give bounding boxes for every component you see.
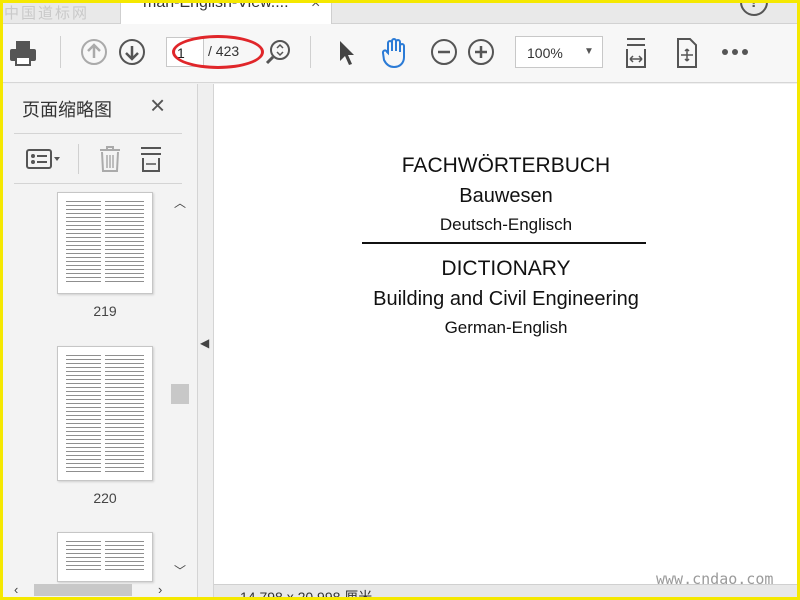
zoom-page-icon[interactable]	[264, 38, 292, 66]
thumbnail-label: 220	[93, 490, 117, 506]
thumbnail-label: 219	[93, 303, 117, 319]
extract-pages-icon[interactable]	[138, 144, 164, 174]
chevron-down-icon[interactable]: ﹀	[174, 562, 186, 579]
doc-title-de: FACHWÖRTERBUCH	[401, 154, 611, 177]
page-thumbnail[interactable]	[57, 346, 153, 481]
zoom-out-icon[interactable]	[430, 38, 458, 66]
divider-rule	[362, 242, 646, 244]
highlight-annotation	[172, 35, 264, 69]
rotate-fit-icon[interactable]	[672, 36, 700, 70]
chevron-down-icon: ▼	[584, 46, 594, 57]
thumbnail-options-icon[interactable]	[24, 146, 64, 172]
scrollbar-thumb[interactable]	[34, 584, 132, 596]
hand-tool-icon[interactable]	[378, 36, 412, 70]
page-thumbnail[interactable]	[57, 532, 153, 582]
divider	[14, 133, 182, 134]
doc-language-en: German-English	[444, 318, 568, 337]
page-up-icon[interactable]	[80, 38, 108, 66]
panel-splitter[interactable]: ◀	[198, 84, 214, 600]
delete-icon[interactable]	[96, 144, 124, 174]
zoom-value: 100%	[527, 45, 563, 61]
doc-subject-en: Building and Civil Engineering	[373, 288, 639, 310]
print-icon[interactable]	[8, 38, 38, 68]
doc-title-en: DICTIONARY	[441, 257, 571, 280]
chevron-up-icon[interactable]: ︿	[174, 194, 186, 211]
toolbar: 1 / 423 100% ▼	[0, 24, 800, 83]
chevron-right-icon[interactable]: ›	[158, 582, 162, 597]
select-arrow-icon[interactable]	[334, 38, 358, 68]
document-tab[interactable]: man-English-View.... ×	[120, 0, 332, 24]
watermark-bottom: www.cndao.com	[656, 570, 774, 588]
panel-title: 页面缩略图	[22, 100, 112, 120]
tab-close-icon[interactable]: ×	[311, 0, 320, 13]
doc-language-de: Deutsch-Englisch	[439, 215, 573, 234]
scrollbar-thumb[interactable]	[171, 384, 189, 404]
help-icon[interactable]: ?	[740, 0, 768, 16]
collapse-arrow-icon[interactable]: ◀	[200, 336, 209, 350]
doc-subject-de: Bauwesen	[459, 185, 553, 207]
watermark-top: 中国道标网	[4, 4, 90, 22]
page-thumbnail[interactable]	[57, 192, 153, 294]
divider	[14, 183, 182, 184]
page-down-icon[interactable]	[118, 38, 146, 66]
zoom-select[interactable]: 100% ▼	[515, 36, 603, 68]
document-page: FACHWÖRTERBUCH Bauwesen Deutsch-Englisch…	[214, 84, 798, 584]
page-size-readout: 14,798 x 20,998 厘米	[240, 589, 373, 600]
tab-title: man-English-View....	[143, 0, 289, 11]
panel-close-icon[interactable]: ×	[150, 92, 165, 118]
thumbnails-panel: 页面缩略图 × 219 220 ︿ ﹀ ‹ ›	[0, 84, 198, 600]
fit-width-icon[interactable]	[622, 34, 650, 72]
chevron-left-icon[interactable]: ‹	[14, 582, 18, 597]
zoom-in-icon[interactable]	[467, 38, 495, 66]
more-icon[interactable]	[720, 42, 750, 62]
tab-strip: 中国道标网 man-English-View.... × ?	[0, 0, 800, 24]
